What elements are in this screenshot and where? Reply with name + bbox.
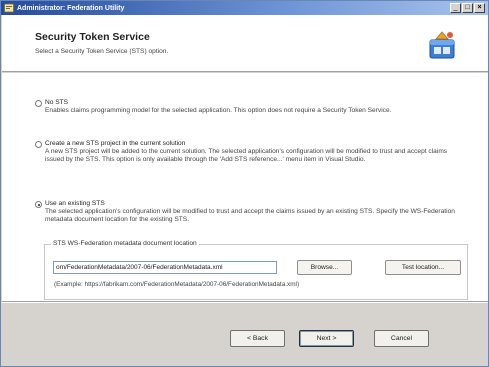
wizard-body: No STS Enables claims programming model … [2, 73, 488, 301]
new-sts-description: A new STS project will be added to the c… [45, 148, 448, 163]
window-title: Administrator: Federation Utility [17, 4, 125, 12]
app-icon [4, 3, 14, 13]
browse-button[interactable]: Browse... [297, 260, 352, 275]
new-sts-radio[interactable] [35, 141, 42, 148]
metadata-groupbox: STS WS-Federation metadata document loca… [44, 240, 468, 300]
next-button[interactable]: Next > [299, 330, 354, 347]
federation-utility-window: Administrator: Federation Utility _ □ × … [0, 0, 489, 367]
back-button[interactable]: < Back [230, 330, 285, 347]
wizard-footer: < Back Next > Cancel [2, 303, 488, 366]
minimize-button[interactable]: _ [450, 3, 461, 13]
window-controls: _ □ × [450, 3, 485, 13]
close-button[interactable]: × [474, 3, 485, 13]
new-sts-label[interactable]: Create a new STS project in the current … [45, 140, 185, 147]
existing-sts-radio[interactable] [35, 201, 42, 208]
page-title: Security Token Service [35, 31, 150, 43]
no-sts-label[interactable]: No STS [45, 99, 68, 106]
no-sts-radio[interactable] [35, 100, 42, 107]
existing-sts-label[interactable]: Use an existing STS [45, 200, 105, 207]
wizard-header: Security Token Service Select a Security… [2, 15, 488, 72]
maximize-button[interactable]: □ [462, 3, 473, 13]
metadata-legend: STS WS-Federation metadata document loca… [51, 240, 199, 247]
cancel-button[interactable]: Cancel [374, 330, 429, 347]
no-sts-description: Enables claims programming model for the… [45, 107, 392, 114]
metadata-url-input[interactable]: om/FederationMetadata/2007-06/Federation… [53, 261, 277, 274]
test-location-button[interactable]: Test location... [385, 260, 461, 275]
page-subtitle: Select a Security Token Service (STS) op… [35, 48, 169, 55]
sts-wizard-icon [429, 31, 455, 59]
title-bar[interactable]: Administrator: Federation Utility _ □ × [1, 1, 488, 15]
existing-sts-description: The selected application's configuration… [45, 208, 455, 223]
metadata-example: (Example: https://fabrikam.com/Federatio… [54, 281, 300, 288]
